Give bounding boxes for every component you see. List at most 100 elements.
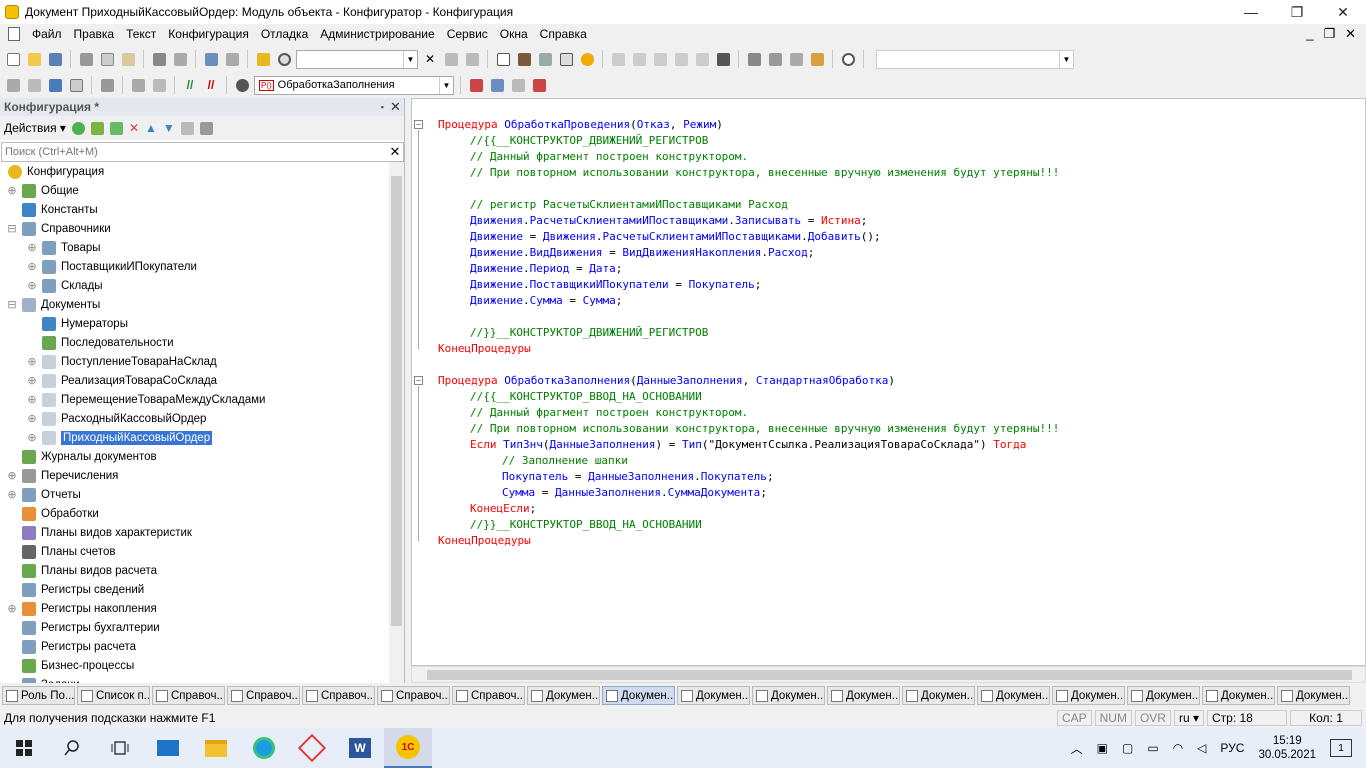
tree-node[interactable]: Бизнес-процессы bbox=[0, 656, 389, 675]
format-icon[interactable] bbox=[129, 76, 147, 94]
cut-icon[interactable] bbox=[77, 50, 95, 68]
wifi-icon[interactable]: ◠ bbox=[1173, 741, 1183, 755]
tree-node[interactable]: ⊕ ПриходныйКассовыйОрдер bbox=[0, 428, 389, 447]
find-prev-icon[interactable] bbox=[463, 50, 481, 68]
form-icon[interactable] bbox=[25, 76, 43, 94]
battery-icon[interactable]: ▭ bbox=[1147, 741, 1158, 755]
properties-icon[interactable] bbox=[536, 50, 554, 68]
word-app-button[interactable]: W bbox=[336, 728, 384, 768]
window-tab[interactable]: Докумен... bbox=[752, 686, 825, 705]
tree-node[interactable]: Планы счетов bbox=[0, 542, 389, 561]
menu-file[interactable]: Файл bbox=[26, 27, 68, 41]
query-builder-icon[interactable] bbox=[488, 76, 506, 94]
fold-toggle-icon[interactable]: − bbox=[414, 376, 423, 385]
window-tab[interactable]: Список п... bbox=[77, 686, 150, 705]
tree-scrollbar[interactable] bbox=[389, 162, 404, 683]
expand-icon[interactable]: ⊕ bbox=[26, 242, 38, 254]
expand-icon[interactable]: ⊕ bbox=[26, 356, 38, 368]
tree-node[interactable]: ⊕ ПоставщикиИПокупатели bbox=[0, 257, 389, 276]
preview-icon[interactable] bbox=[171, 50, 189, 68]
explorer-app-button[interactable] bbox=[192, 728, 240, 768]
close-icon[interactable]: ✕ bbox=[390, 99, 404, 115]
clear-search-icon[interactable]: ✕ bbox=[421, 50, 439, 68]
tree-node[interactable]: Задачи bbox=[0, 675, 389, 683]
code-line[interactable]: − Процедура ОбработкаПроведения(Отказ, Ре… bbox=[414, 117, 1059, 133]
scrollbar-thumb[interactable] bbox=[427, 670, 1352, 680]
tablet-icon[interactable]: ▢ bbox=[1122, 741, 1133, 755]
code-line[interactable]: КонецПроцедуры bbox=[432, 533, 1059, 549]
scrollbar-thumb[interactable] bbox=[391, 176, 402, 626]
menu-windows[interactable]: Окна bbox=[494, 27, 534, 41]
copy-item-icon[interactable] bbox=[109, 121, 123, 135]
step-into-icon[interactable] bbox=[630, 50, 648, 68]
task-view-button[interactable] bbox=[96, 728, 144, 768]
window-tab[interactable]: Докумен... bbox=[602, 686, 675, 705]
window-tab[interactable]: Справоч... bbox=[227, 686, 300, 705]
expand-icon[interactable]: ⊕ bbox=[6, 185, 18, 197]
code-line[interactable]: // Заполнение шапки bbox=[432, 453, 1059, 469]
movement-wizard-icon[interactable] bbox=[530, 76, 548, 94]
open-icon[interactable] bbox=[25, 50, 43, 68]
syntax-help-icon[interactable] bbox=[557, 50, 575, 68]
menu-help[interactable]: Справка bbox=[534, 27, 593, 41]
code-line[interactable] bbox=[432, 309, 1059, 325]
fold-toggle-icon[interactable]: − bbox=[414, 120, 423, 129]
minimize-button[interactable]: — bbox=[1228, 0, 1274, 24]
tree-node[interactable]: ⊕ Общие bbox=[0, 181, 389, 200]
expand-icon[interactable]: ⊕ bbox=[26, 432, 38, 444]
step-out-icon[interactable] bbox=[672, 50, 690, 68]
clock[interactable]: 15:19 30.05.2021 bbox=[1258, 734, 1316, 762]
expand-icon[interactable]: ⊕ bbox=[26, 413, 38, 425]
template-icon[interactable] bbox=[766, 50, 784, 68]
code-line[interactable]: //{{__КОНСТРУКТОР_ДВИЖЕНИЙ_РЕГИСТРОВ bbox=[432, 133, 1059, 149]
code-line[interactable] bbox=[432, 357, 1059, 373]
expand-icon[interactable]: ⊕ bbox=[26, 394, 38, 406]
find-in-tree-icon[interactable] bbox=[254, 50, 272, 68]
window-tab[interactable]: Докумен... bbox=[827, 686, 900, 705]
collapse-icon[interactable]: ⊟ bbox=[6, 223, 18, 235]
code-line[interactable]: Если ТипЗнч(ДанныеЗаполнения) = Тип("Док… bbox=[432, 437, 1059, 453]
tree-node[interactable]: ⊕ ПоступлениеТовараНаСклад bbox=[0, 352, 389, 371]
tree-node[interactable]: Планы видов характеристик bbox=[0, 523, 389, 542]
expand-icon[interactable]: ⊕ bbox=[26, 375, 38, 387]
editor-hscrollbar[interactable] bbox=[411, 666, 1366, 683]
code-line[interactable]: Движение.ВидДвижения = ВидДвиженияНакопл… bbox=[432, 245, 1059, 261]
service-icon[interactable] bbox=[808, 50, 826, 68]
indent-icon[interactable] bbox=[150, 76, 168, 94]
paste-icon[interactable] bbox=[119, 50, 137, 68]
volume-icon[interactable]: ◁ bbox=[1197, 741, 1206, 755]
maximize-button[interactable]: ❐ bbox=[1274, 0, 1320, 24]
code-line[interactable]: Движение.Период = Дата; bbox=[432, 261, 1059, 277]
chevron-down-icon[interactable]: ▼ bbox=[403, 50, 417, 68]
layout-icon[interactable] bbox=[67, 76, 85, 94]
code-line[interactable]: // При повторном использовании конструкт… bbox=[432, 165, 1059, 181]
code-text[interactable]: − Процедура ОбработкаПроведения(Отказ, Ре… bbox=[414, 117, 1059, 549]
code-line[interactable]: // Данный фрагмент построен конструкторо… bbox=[432, 405, 1059, 421]
edit-icon[interactable] bbox=[90, 121, 104, 135]
code-line[interactable]: Движения.РасчетыСклиентамиИПоставщиками.… bbox=[432, 213, 1059, 229]
tree-node[interactable]: ⊕ ПеремещениеТовараМеждуСкладами bbox=[0, 390, 389, 409]
add-icon[interactable] bbox=[71, 121, 85, 135]
tree-node[interactable]: Нумераторы bbox=[0, 314, 389, 333]
expand-icon[interactable]: ⊕ bbox=[26, 261, 38, 273]
tree-node[interactable]: Регистры бухгалтерии bbox=[0, 618, 389, 637]
block-icon[interactable] bbox=[98, 76, 116, 94]
code-line[interactable]: Движение.Сумма = Сумма; bbox=[432, 293, 1059, 309]
expand-icon[interactable]: ⊕ bbox=[6, 470, 18, 482]
window-tab[interactable]: Докумен... bbox=[527, 686, 600, 705]
close-button[interactable]: ✕ bbox=[1320, 0, 1366, 24]
undo-icon[interactable] bbox=[202, 50, 220, 68]
notifications-icon[interactable]: 1 bbox=[1330, 739, 1352, 757]
meet-now-icon[interactable]: ▣ bbox=[1097, 741, 1108, 755]
print-icon[interactable] bbox=[150, 50, 168, 68]
search-button[interactable] bbox=[48, 728, 96, 768]
delete-icon[interactable]: ✕ bbox=[129, 121, 139, 135]
timer-icon[interactable] bbox=[839, 50, 857, 68]
expand-icon[interactable]: ⊕ bbox=[6, 603, 18, 615]
code-line[interactable]: //}}__КОНСТРУКТОР_ВВОД_НА_ОСНОВАНИИ bbox=[432, 517, 1059, 533]
tree-node[interactable]: ⊕ РеализацияТовараСоСклада bbox=[0, 371, 389, 390]
menu-debug[interactable]: Отладка bbox=[255, 27, 314, 41]
windows-icon[interactable] bbox=[494, 50, 512, 68]
tree-node[interactable]: Регистры расчета bbox=[0, 637, 389, 656]
redo-icon[interactable] bbox=[223, 50, 241, 68]
